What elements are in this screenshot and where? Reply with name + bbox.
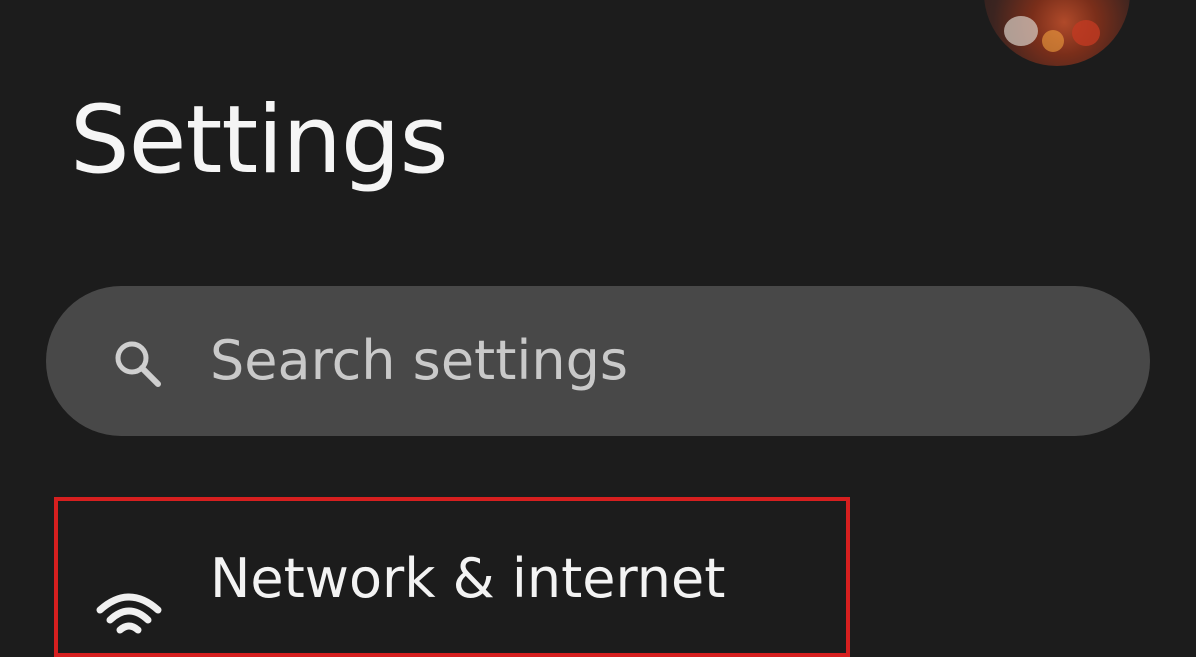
search-placeholder[interactable]: Search settings — [210, 328, 628, 394]
avatar[interactable] — [984, 0, 1130, 66]
search-icon — [115, 341, 161, 387]
page-title: Settings — [70, 86, 449, 195]
avatar-detail — [1072, 20, 1100, 46]
avatar-detail — [1004, 16, 1038, 46]
network-internet-label: Network & internet — [210, 547, 726, 610]
avatar-detail — [1042, 30, 1064, 52]
wifi-icon — [96, 593, 162, 634]
